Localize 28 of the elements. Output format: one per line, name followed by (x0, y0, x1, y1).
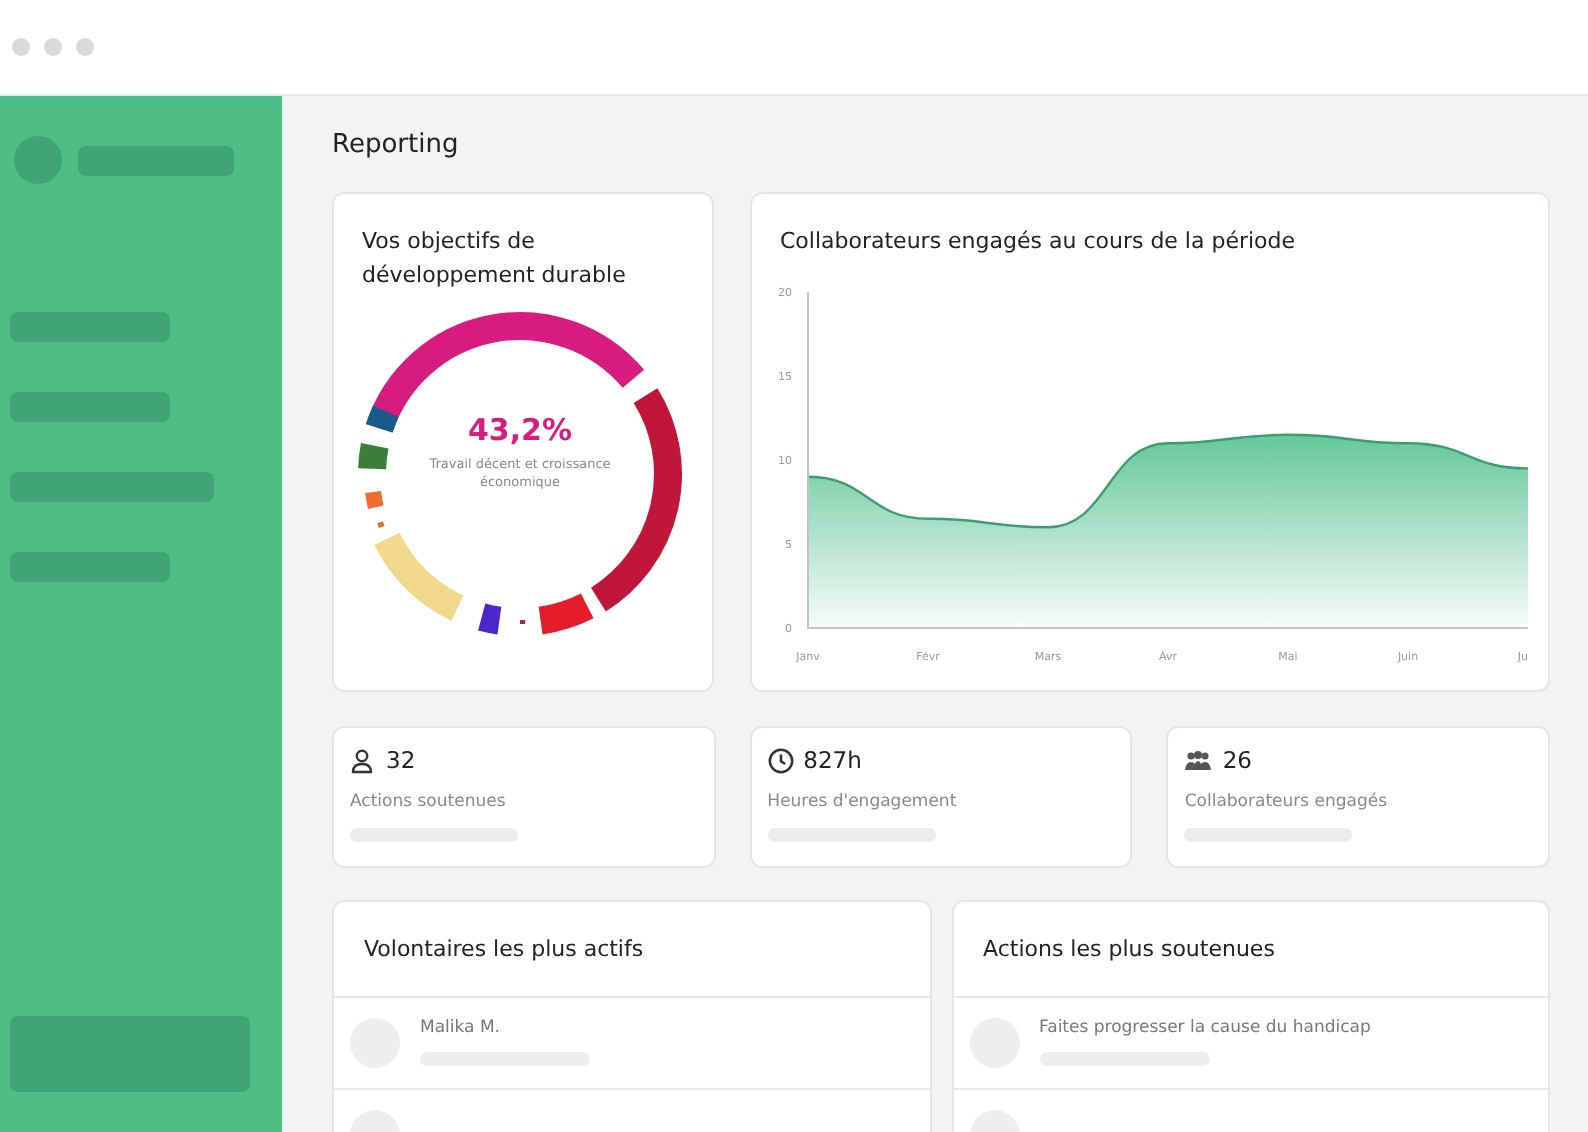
card-title: Actions les plus soutenues (953, 902, 1548, 998)
group-icon (1184, 748, 1213, 772)
nav-item-placeholder[interactable] (10, 472, 214, 502)
stat-label: Collaborateurs engagés (1184, 792, 1390, 812)
nav-item-placeholder[interactable] (10, 552, 170, 582)
stat-value: 32 (386, 746, 416, 774)
avatar-placeholder (14, 136, 62, 184)
stat-label: Heures d'engagement (767, 792, 959, 812)
person-icon (350, 747, 376, 773)
stat-label: Actions soutenues (350, 792, 508, 812)
window-control-dot[interactable] (12, 38, 30, 56)
card-title: Volontaires les plus actifs (334, 902, 929, 998)
nav-item-placeholder[interactable] (10, 312, 170, 342)
list-item-name: Faites progresser la cause du handicap (1039, 1018, 1371, 1038)
stat-value: 827h (803, 746, 862, 774)
list-row[interactable]: Malika M. (334, 998, 929, 1090)
highlight-value: 43,2% (465, 412, 575, 448)
card-title: Collaborateurs engagés au cours de la période (780, 226, 1298, 258)
nav-item-placeholder[interactable] (10, 392, 170, 422)
list-item-name: Malika M. (420, 1018, 502, 1038)
list-row[interactable]: Faites progresser la cause du handicap (953, 998, 1548, 1090)
stat-value: 26 (1222, 746, 1252, 774)
clock-icon (767, 747, 794, 773)
window-control-dot[interactable] (44, 38, 62, 56)
button-placeholder[interactable] (10, 1016, 250, 1092)
page-title: Reporting (332, 130, 461, 160)
card-title: Vos objectifs de développement durable (362, 226, 628, 291)
window-control-dot[interactable] (76, 38, 94, 56)
